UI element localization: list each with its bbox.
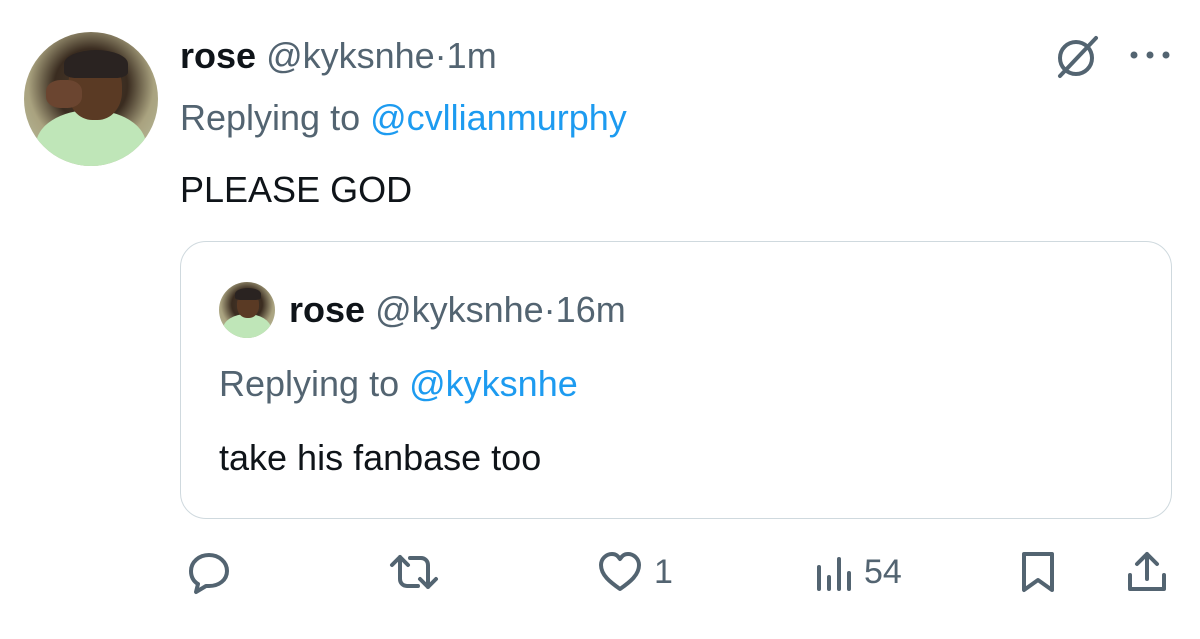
tweet-header: rose @kyksnhe·1m <box>180 34 497 78</box>
quote-replying-prefix: Replying to <box>219 363 400 404</box>
separator-dot: · <box>434 35 447 76</box>
like-count: 1 <box>654 552 673 591</box>
author-name[interactable]: rose <box>180 35 256 76</box>
avatar-cap <box>64 50 128 78</box>
reply-icon <box>189 553 229 594</box>
views-count: 54 <box>864 552 902 591</box>
quote-header: rose @kyksnhe·16m <box>289 286 626 334</box>
quote-replying-to-mention[interactable]: @kyksnhe <box>409 363 578 404</box>
views-icon <box>817 557 851 591</box>
quote-avatar[interactable] <box>219 282 275 338</box>
tweet-time[interactable]: 1m <box>447 35 497 76</box>
like-icon <box>599 552 641 591</box>
avatar-hand <box>46 80 82 108</box>
grok-icon[interactable] <box>1052 30 1104 82</box>
views-button[interactable]: 54 <box>814 548 902 596</box>
quote-text: take his fanbase too <box>219 437 542 478</box>
avatar[interactable] <box>24 32 158 166</box>
share-button[interactable] <box>1124 548 1170 596</box>
like-button[interactable]: 1 <box>596 548 673 596</box>
quote-replying-to-line: Replying to @kyksnhe <box>219 362 578 406</box>
reply-button[interactable] <box>186 548 232 596</box>
quoted-tweet[interactable]: rose @kyksnhe·16m Replying to @kyksnhe t… <box>180 241 1172 519</box>
quote-author-name[interactable]: rose <box>289 289 365 330</box>
share-icon <box>1128 552 1166 591</box>
retweet-icon <box>390 555 438 589</box>
quote-avatar-cap <box>235 288 261 300</box>
replying-to-mention[interactable]: @cvllianmurphy <box>370 97 627 138</box>
tweet-text: PLEASE GOD <box>180 169 413 210</box>
bookmark-button[interactable] <box>1018 548 1058 596</box>
bookmark-icon <box>1022 552 1054 592</box>
quote-author-handle[interactable]: @kyksnhe <box>375 289 544 330</box>
quote-separator-dot: · <box>543 289 556 330</box>
more-icon[interactable] <box>1124 38 1176 72</box>
replying-to-line: Replying to @cvllianmurphy <box>180 96 627 140</box>
replying-prefix: Replying to <box>180 97 361 138</box>
author-handle[interactable]: @kyksnhe <box>266 35 435 76</box>
retweet-button[interactable] <box>388 548 440 596</box>
quote-time[interactable]: 16m <box>556 289 626 330</box>
